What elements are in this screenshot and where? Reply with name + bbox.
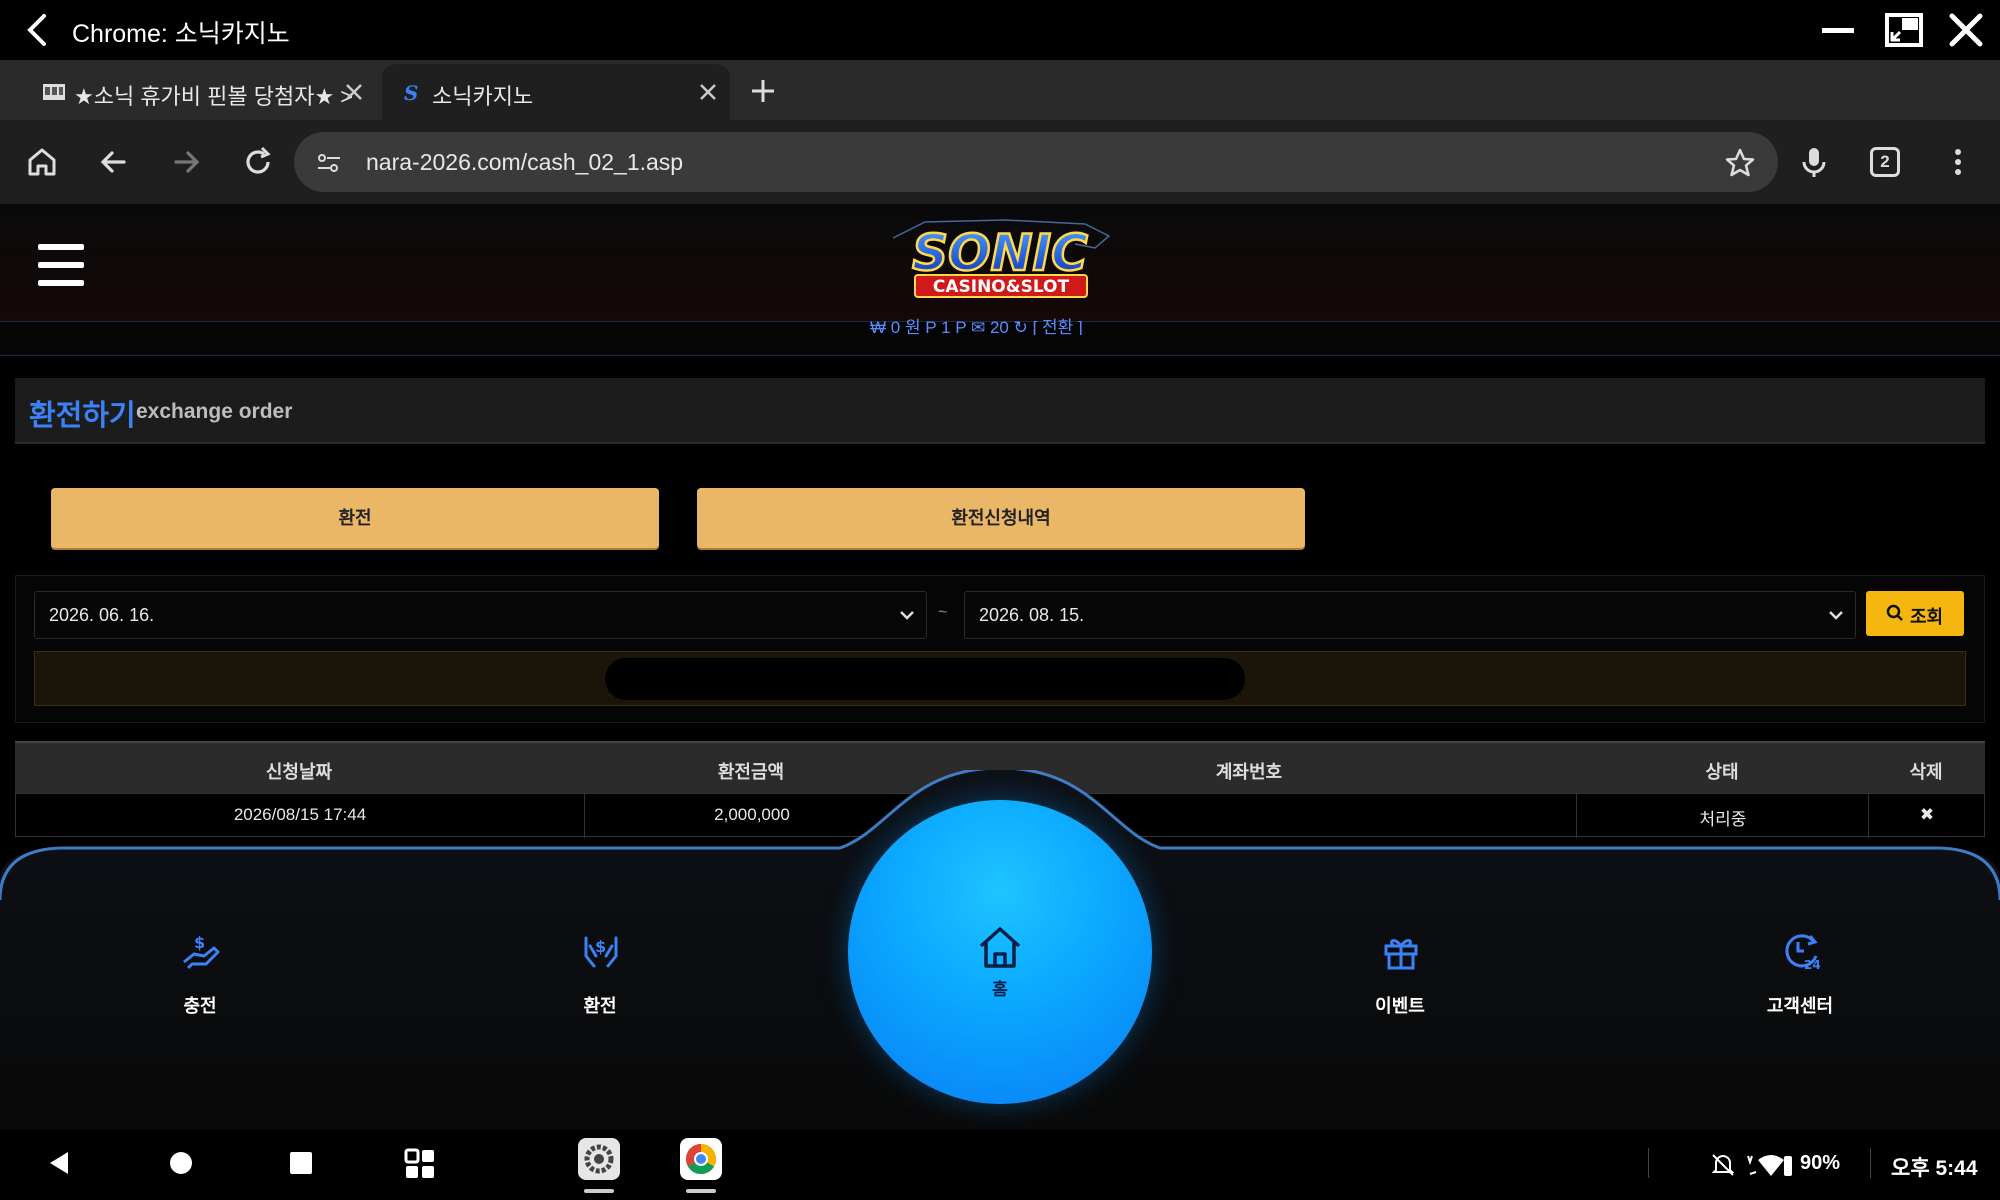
sonic-casino-logo[interactable]: SONIC CASINO&SLOT xyxy=(885,218,1115,306)
tab-label: 소닉카지노 xyxy=(432,84,534,109)
slot-favicon-icon xyxy=(43,84,65,100)
minimize-icon[interactable] xyxy=(1816,10,1860,50)
reload-icon[interactable] xyxy=(238,142,278,182)
chevron-down-icon xyxy=(900,611,914,620)
search-button[interactable]: 조회 xyxy=(1866,591,1964,636)
nav-event-label: 이벤트 xyxy=(1375,996,1425,1016)
support-24h-icon: 24 xyxy=(1785,934,1821,972)
divider xyxy=(1648,1148,1649,1178)
date-from-select[interactable]: 2026. 06. 16. xyxy=(34,591,927,639)
picture-in-picture-icon[interactable] xyxy=(1882,10,1926,50)
url-text: nara-2026.com/cash_02_1.asp xyxy=(366,149,684,175)
date-separator: ~ xyxy=(938,604,948,621)
gift-icon xyxy=(1384,939,1418,970)
window-title: Chrome: 소닉카지노 xyxy=(72,20,290,48)
site-settings-icon[interactable] xyxy=(316,150,342,176)
back-icon[interactable] xyxy=(94,142,134,182)
home-icon xyxy=(979,927,1021,968)
nav-home-label: 홈 xyxy=(992,980,1008,999)
notice-bar xyxy=(34,651,1966,706)
section-subtitle: exchange order xyxy=(136,400,293,423)
window-title-bar: Chrome: 소닉카지노 xyxy=(0,0,2000,60)
redacted-area xyxy=(605,658,1245,700)
balance-info: ₩ 0 원 P 1 P ✉ 20 ↻ [ 전환 ] xyxy=(870,318,1083,335)
forward-icon[interactable] xyxy=(166,142,206,182)
logo-wordmark: SONIC xyxy=(912,224,1088,282)
nav-home-button[interactable]: 홈 xyxy=(848,800,1152,1104)
settings-app-icon[interactable] xyxy=(576,1136,622,1196)
close-window-icon[interactable] xyxy=(1944,10,1988,50)
svg-text:24: 24 xyxy=(1804,958,1821,972)
date-to-value: 2026. 08. 15. xyxy=(979,605,1085,625)
tab-label: ★소닉 휴가비 핀볼 당첨자★ > xyxy=(74,84,354,109)
sonic-favicon-icon: S xyxy=(404,81,418,104)
apps-grid-icon[interactable] xyxy=(404,1148,436,1180)
search-icon xyxy=(1886,604,1903,621)
new-tab-plus-icon[interactable] xyxy=(748,76,778,106)
tab-close-icon[interactable] xyxy=(694,78,722,106)
home-icon[interactable] xyxy=(22,142,62,182)
tab-close-icon[interactable] xyxy=(340,78,368,106)
tab-sonic-casino[interactable]: S 소닉카지노 xyxy=(382,64,730,120)
search-button-label: 조회 xyxy=(1910,607,1944,627)
nav-support[interactable]: 24 고객센터 xyxy=(1740,930,1860,1020)
wifi-icon xyxy=(1747,1155,1792,1176)
nav-charge-label: 충전 xyxy=(183,996,217,1016)
exchange-button[interactable]: 환전 xyxy=(51,488,659,548)
nav-home-circle-icon[interactable] xyxy=(166,1148,196,1178)
microphone-icon[interactable] xyxy=(1794,142,1834,182)
notifications-off-icon xyxy=(1711,1154,1735,1176)
nav-event[interactable]: 이벤트 xyxy=(1340,930,1460,1020)
nav-support-label: 고객센터 xyxy=(1766,996,1834,1016)
divider xyxy=(1870,1148,1871,1178)
nav-exchange-label: 환전 xyxy=(583,996,617,1016)
site-header: SONIC CASINO&SLOT xyxy=(0,204,2000,322)
chevron-down-icon xyxy=(1829,611,1843,620)
hand-coin-icon: $ xyxy=(183,933,220,970)
svg-text:S: S xyxy=(404,81,418,104)
exchange-history-button[interactable]: 환전신청내역 xyxy=(697,488,1305,548)
tab-strip: ★소닉 휴가비 핀볼 당첨자★ > S 소닉카지노 xyxy=(0,60,2000,120)
browser-toolbar: nara-2026.com/cash_02_1.asp 2 xyxy=(0,120,2000,204)
back-arrow-icon[interactable] xyxy=(18,10,58,50)
section-header: 환전하기 exchange order xyxy=(15,378,1985,444)
nav-exchange[interactable]: $ 환전 xyxy=(540,930,660,1020)
date-to-select[interactable]: 2026. 08. 15. xyxy=(964,591,1856,639)
tab-switcher-button[interactable]: 2 xyxy=(1870,147,1900,177)
status-clock: 오후 5:44 xyxy=(1891,1157,1978,1180)
hamburger-menu-icon[interactable] xyxy=(38,244,84,286)
nav-back-triangle-icon[interactable] xyxy=(44,1148,74,1178)
more-menu-icon[interactable] xyxy=(1938,142,1978,182)
chrome-app-icon[interactable] xyxy=(678,1136,724,1196)
bookmark-star-icon[interactable] xyxy=(1724,147,1756,179)
battery-level: 90% xyxy=(1800,1152,1841,1174)
nav-charge[interactable]: $ 충전 xyxy=(140,930,260,1020)
hands-money-icon: $ xyxy=(584,936,618,968)
svg-text:$: $ xyxy=(595,937,606,956)
svg-text:$: $ xyxy=(194,933,205,952)
tab-pinball-winners[interactable]: ★소닉 휴가비 핀볼 당첨자★ > xyxy=(24,64,380,120)
address-bar[interactable]: nara-2026.com/cash_02_1.asp xyxy=(294,132,1778,192)
date-from-value: 2026. 06. 16. xyxy=(49,605,155,625)
logo-subtitle: CASINO&SLOT xyxy=(933,277,1070,297)
section-title: 환전하기 xyxy=(29,400,136,432)
nav-recents-square-icon[interactable] xyxy=(286,1148,316,1178)
